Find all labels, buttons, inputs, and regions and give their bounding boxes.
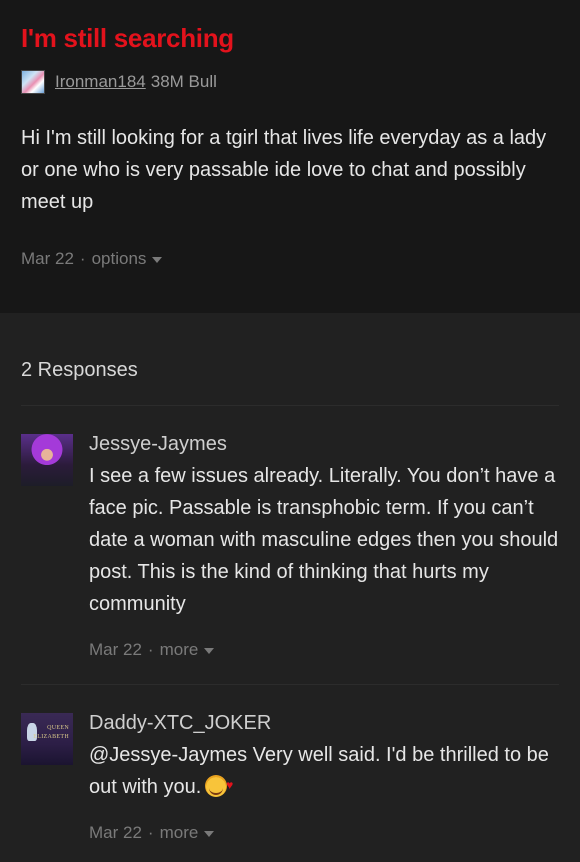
response-text-wrap: @Jessye-Jaymes Very well said. I'd be th… [89, 739, 559, 803]
more-menu[interactable]: more [160, 823, 215, 843]
avatar[interactable] [21, 434, 73, 486]
post-card: I'm still searching Ironman184 38M Bull … [0, 0, 580, 313]
author-avatar-icon[interactable] [21, 70, 45, 94]
chevron-down-icon[interactable] [204, 831, 215, 837]
response-content: Daddy-XTC_JOKER @Jessye-Jaymes Very well… [89, 711, 559, 845]
avatar-text: ELIZABETH [33, 734, 69, 740]
smiling-face-with-hearts-icon [205, 769, 233, 801]
response-item: Jessye-Jaymes I see a few issues already… [0, 406, 580, 662]
meta-separator: · [79, 249, 86, 268]
response-content: Jessye-Jaymes I see a few issues already… [89, 432, 559, 662]
post-author-line: Ironman184 38M Bull [21, 70, 559, 94]
author-name-link[interactable]: Ironman184 [55, 72, 146, 92]
chevron-down-icon[interactable] [152, 257, 163, 263]
response-item: QUEEN ELIZABETH Daddy-XTC_JOKER @Jessye-… [0, 685, 580, 845]
response-author-name[interactable]: Daddy-XTC_JOKER [89, 709, 559, 737]
post-meta: Mar 22 · options [21, 249, 163, 269]
chevron-down-icon[interactable] [204, 648, 215, 654]
options-menu[interactable]: options [92, 249, 163, 269]
more-label[interactable]: more [160, 823, 199, 843]
responses-header: 2 Responses [21, 359, 138, 381]
author-meta: 38M Bull [150, 72, 217, 91]
meta-separator: · [147, 823, 154, 842]
response-meta: Mar 22 · more [89, 638, 559, 662]
response-date: Mar 22 [89, 823, 142, 842]
post-body: Hi I'm still looking for a tgirl that li… [21, 127, 547, 213]
avatar-text: QUEEN [47, 725, 69, 731]
response-date: Mar 22 [89, 640, 142, 659]
meta-separator: · [147, 640, 154, 659]
avatar[interactable]: QUEEN ELIZABETH [21, 713, 73, 765]
more-label[interactable]: more [160, 640, 199, 660]
more-menu[interactable]: more [160, 640, 215, 660]
response-text: I see a few issues already. Literally. Y… [89, 465, 559, 615]
options-label[interactable]: options [92, 249, 147, 269]
response-author-name[interactable]: Jessye-Jaymes [89, 430, 559, 458]
post-date: Mar 22 [21, 249, 74, 268]
response-meta: Mar 22 · more [89, 821, 559, 845]
post-title: I'm still searching [21, 23, 234, 53]
response-text: @Jessye-Jaymes Very well said. I'd be th… [89, 744, 549, 798]
